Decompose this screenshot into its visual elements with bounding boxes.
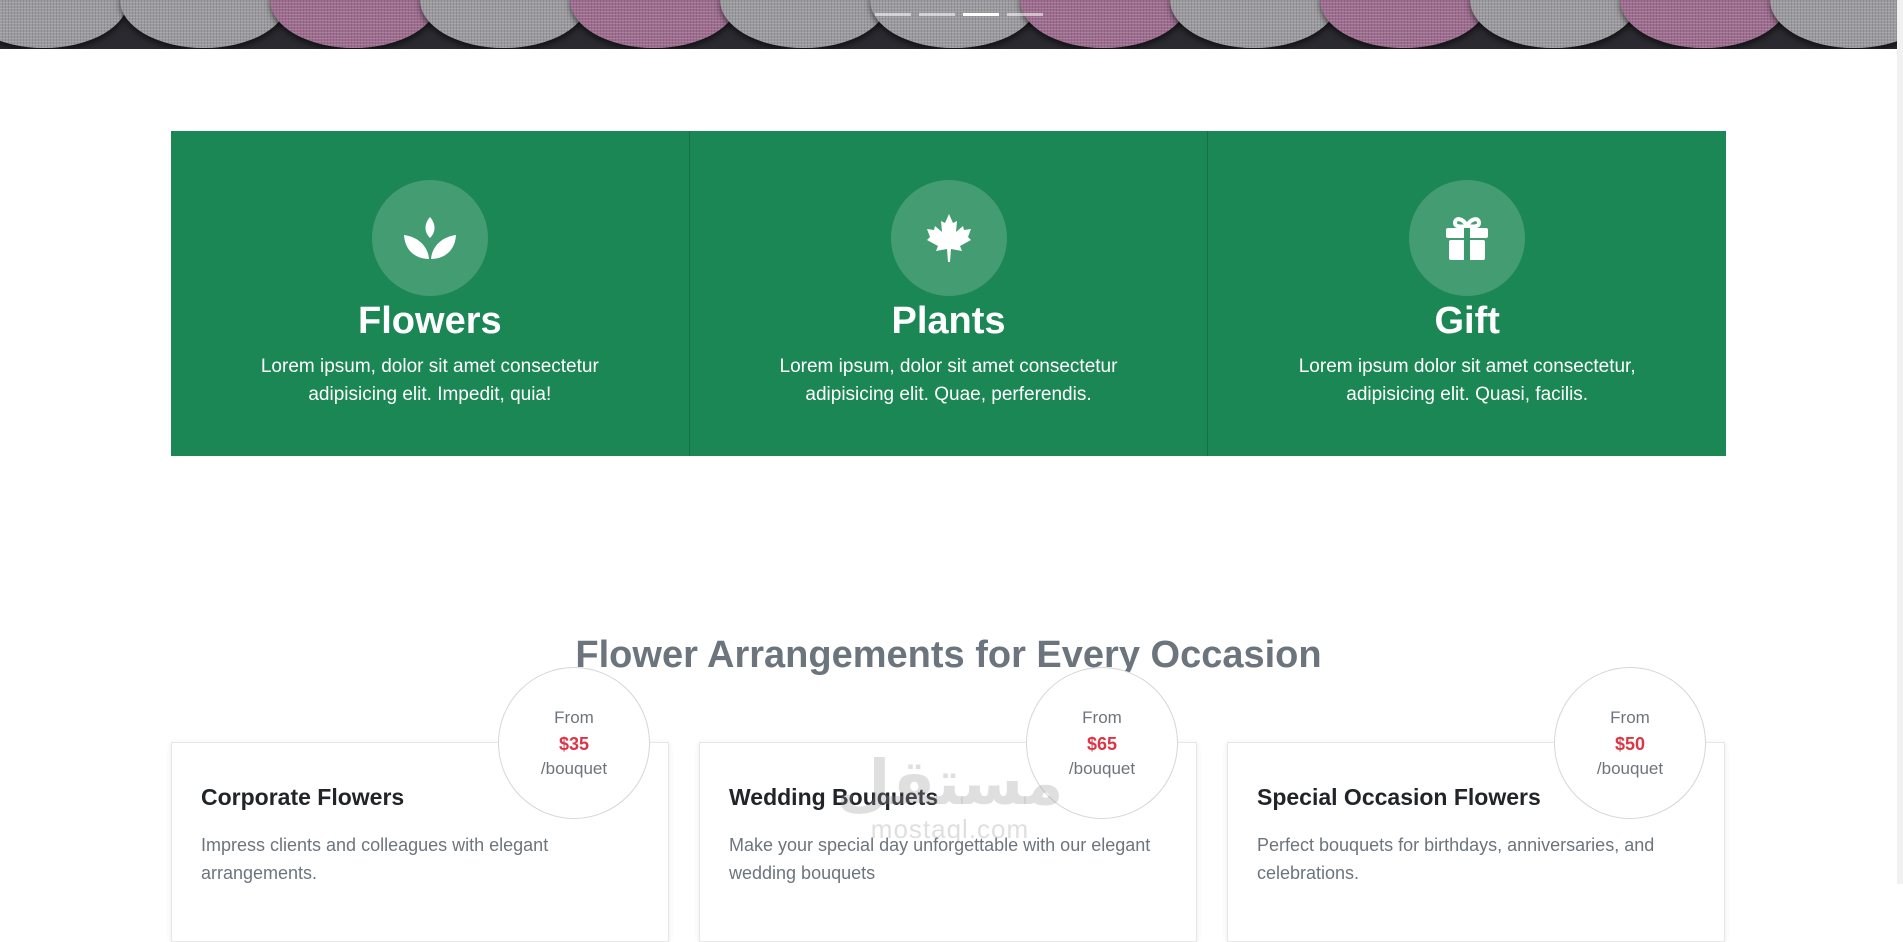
hero-image-disc xyxy=(270,0,438,48)
slider-indicator[interactable] xyxy=(1007,13,1043,16)
feature-gift: Gift Lorem ipsum dolor sit amet consecte… xyxy=(1208,131,1726,456)
hero-slider[interactable] xyxy=(0,0,1897,49)
price-unit: /bouquet xyxy=(1068,759,1136,778)
hero-image-disc xyxy=(1470,0,1638,48)
hero-image-disc xyxy=(0,0,128,48)
slider-indicator-active[interactable] xyxy=(963,13,999,16)
hero-image-disc xyxy=(570,0,738,48)
slider-indicator[interactable] xyxy=(919,13,955,16)
hero-image-disc xyxy=(420,0,588,48)
feature-text: Lorem ipsum, dolor sit amet consectetur … xyxy=(779,356,1118,405)
hero-image-disc xyxy=(1770,0,1897,48)
slider-indicators xyxy=(875,13,1043,16)
gift-icon xyxy=(1409,180,1526,296)
price-value: $35 xyxy=(558,734,590,754)
arrangement-card-special-occasion[interactable]: From $50 /bouquet Special Occasion Flowe… xyxy=(1227,667,1725,942)
price-prefix: From xyxy=(1610,708,1650,727)
lotus-icon xyxy=(371,180,488,296)
price-prefix: From xyxy=(1082,708,1122,727)
price-badge: From $35 /bouquet xyxy=(498,667,650,819)
card-title: Wedding Bouquets xyxy=(729,784,939,810)
card-title: Corporate Flowers xyxy=(201,784,405,810)
card-text: Make your special day unforgettable with… xyxy=(729,835,1151,883)
hero-image-disc xyxy=(1170,0,1338,48)
price-badge: From $50 /bouquet xyxy=(1554,667,1706,819)
price-unit: /bouquet xyxy=(1596,759,1664,778)
price-badge: From $65 /bouquet xyxy=(1026,667,1178,819)
hero-image-disc xyxy=(1620,0,1788,48)
feature-flowers: Flowers Lorem ipsum, dolor sit amet cons… xyxy=(171,131,690,456)
feature-title: Flowers xyxy=(358,300,502,342)
price-prefix: From xyxy=(554,708,594,727)
feature-plants: Plants Lorem ipsum, dolor sit amet conse… xyxy=(690,131,1209,456)
hero-image-disc xyxy=(120,0,288,48)
slider-indicator[interactable] xyxy=(875,13,911,16)
card-text: Impress clients and colleagues with eleg… xyxy=(201,835,549,883)
hero-image-disc xyxy=(720,0,888,48)
price-value: $65 xyxy=(1086,734,1118,754)
hero-image-disc xyxy=(1020,0,1188,48)
arrangement-card-corporate[interactable]: From $35 /bouquet Corporate Flowers Impr… xyxy=(171,667,669,942)
feature-text: Lorem ipsum dolor sit amet consectetur, … xyxy=(1298,356,1636,405)
price-value: $50 xyxy=(1614,734,1646,754)
card-text: Perfect bouquets for birthdays, annivers… xyxy=(1257,835,1655,883)
arrangement-card-wedding[interactable]: From $65 /bouquet Wedding Bouquets Make … xyxy=(699,667,1197,942)
card-title: Special Occasion Flowers xyxy=(1257,784,1541,810)
features-section: Flowers Lorem ipsum, dolor sit amet cons… xyxy=(171,131,1726,456)
feature-title: Plants xyxy=(891,300,1006,342)
maple-leaf-icon xyxy=(890,180,1007,296)
feature-text: Lorem ipsum, dolor sit amet consectetur … xyxy=(260,356,599,405)
hero-image-disc xyxy=(1320,0,1488,48)
price-unit: /bouquet xyxy=(540,759,608,778)
page-scrollbar[interactable] xyxy=(1897,0,1903,884)
feature-title: Gift xyxy=(1434,300,1500,342)
hero-image-disc xyxy=(870,0,1038,48)
